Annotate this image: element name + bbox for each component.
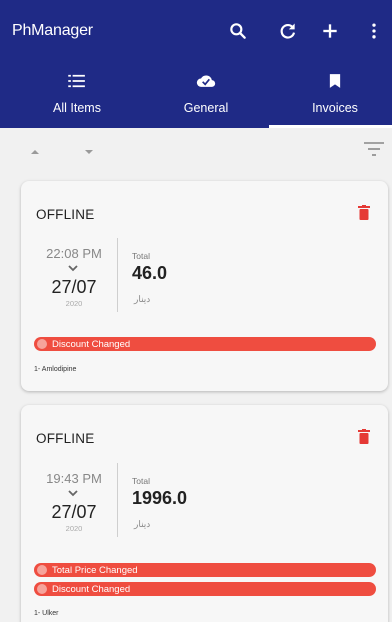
chip-label: Discount Changed <box>52 583 131 595</box>
tab-all-items[interactable]: All Items <box>12 64 142 128</box>
invoice-card[interactable]: OFFLINE 22:08 PM 27/07 2020 Total 46.0 د… <box>21 181 388 391</box>
overflow-menu-button[interactable] <box>362 19 386 43</box>
invoice-items: 1- Ulker <box>34 610 59 617</box>
add-button[interactable] <box>318 19 342 43</box>
tab-label: General <box>183 101 229 115</box>
invoice-time: 19:43 PM <box>46 471 102 486</box>
alert-icon <box>37 584 47 594</box>
total-label: Total <box>132 476 150 486</box>
total-value: 1996.0 <box>132 488 188 508</box>
delete-icon[interactable] <box>358 429 370 444</box>
invoice-year: 2020 <box>65 299 83 308</box>
total-value: 46.0 <box>132 263 168 283</box>
currency-label: دينار <box>134 519 151 529</box>
invoice-card[interactable]: OFFLINE 19:43 PM 27/07 2020 Total 1996.0… <box>21 405 388 622</box>
chevron-down-icon <box>68 490 78 497</box>
invoice-date: 27/07 <box>51 502 97 522</box>
invoice-items: 1- Amlodipine <box>34 366 77 373</box>
divider <box>117 463 118 537</box>
invoice-time: 22:08 PM <box>46 246 102 261</box>
list-icon <box>67 72 87 90</box>
cloud-check-icon <box>196 72 216 90</box>
app-bar: PhManager All Items General Invoices <box>0 0 392 128</box>
sort-bar <box>0 128 392 170</box>
invoice-year: 2020 <box>65 524 83 533</box>
change-chip: Discount Changed <box>34 337 376 351</box>
bookmark-icon <box>325 72 345 90</box>
search-button[interactable] <box>226 19 250 43</box>
invoice-status: OFFLINE <box>36 431 95 446</box>
sort-down-icon[interactable] <box>85 150 93 154</box>
alert-icon <box>37 339 47 349</box>
plus-icon <box>323 24 337 38</box>
total-label: Total <box>132 251 150 261</box>
invoice-date: 27/07 <box>51 277 97 297</box>
app-title: PhManager <box>12 22 93 39</box>
delete-icon[interactable] <box>358 205 370 220</box>
tab-label: Invoices <box>312 101 358 115</box>
tab-label: All Items <box>53 101 101 115</box>
invoice-status: OFFLINE <box>36 207 95 222</box>
search-icon <box>230 23 246 39</box>
tab-general[interactable]: General <box>141 64 271 128</box>
alert-icon <box>37 565 47 575</box>
sort-up-icon[interactable] <box>31 150 39 154</box>
change-chip: Discount Changed <box>34 582 376 596</box>
change-chip: Total Price Changed <box>34 563 376 577</box>
chip-label: Discount Changed <box>52 338 131 350</box>
refresh-icon <box>280 23 296 39</box>
chip-label: Total Price Changed <box>52 564 138 576</box>
divider <box>117 238 118 312</box>
filter-icon[interactable] <box>363 140 385 158</box>
currency-label: دينار <box>134 294 151 304</box>
refresh-button[interactable] <box>276 19 300 43</box>
more-vert-icon <box>372 23 376 39</box>
tab-invoices[interactable]: Invoices <box>270 64 392 128</box>
chevron-down-icon <box>68 265 78 272</box>
